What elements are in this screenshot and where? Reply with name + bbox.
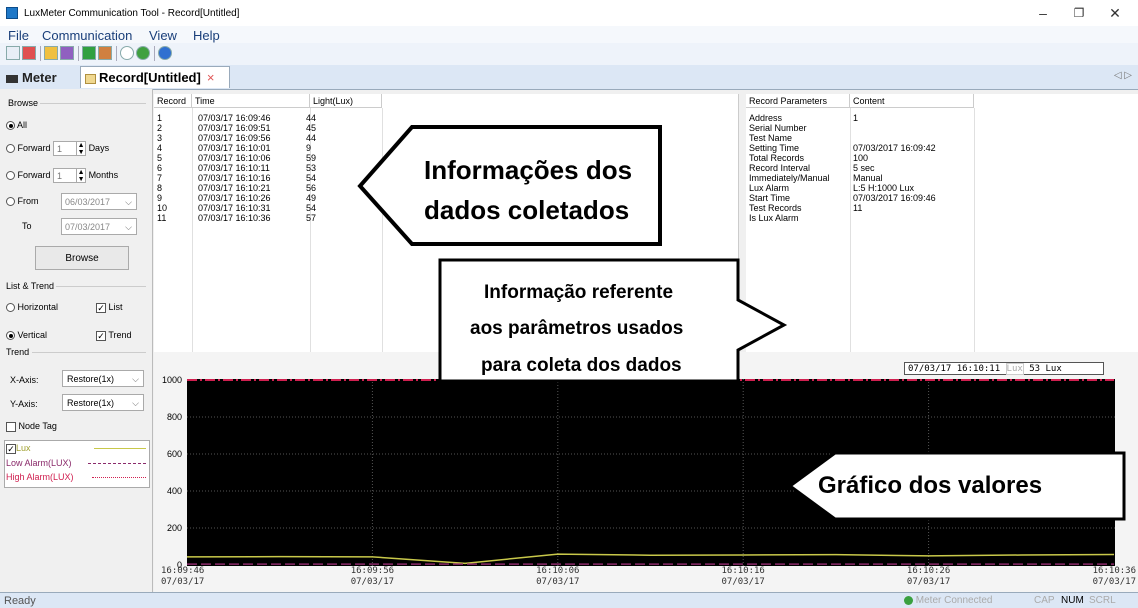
callout-graph: Gráfico dos valores [818,472,1043,499]
callout-data-info-line1: Informações dos [424,155,633,185]
callout-params-line1: Informação referente [484,282,674,303]
callout-params-line2: aos parâmetros usados [470,318,684,339]
callout-params-line3: para coleta dos dados [481,355,682,376]
callout-data-info-line2: dados coletados [424,195,630,225]
